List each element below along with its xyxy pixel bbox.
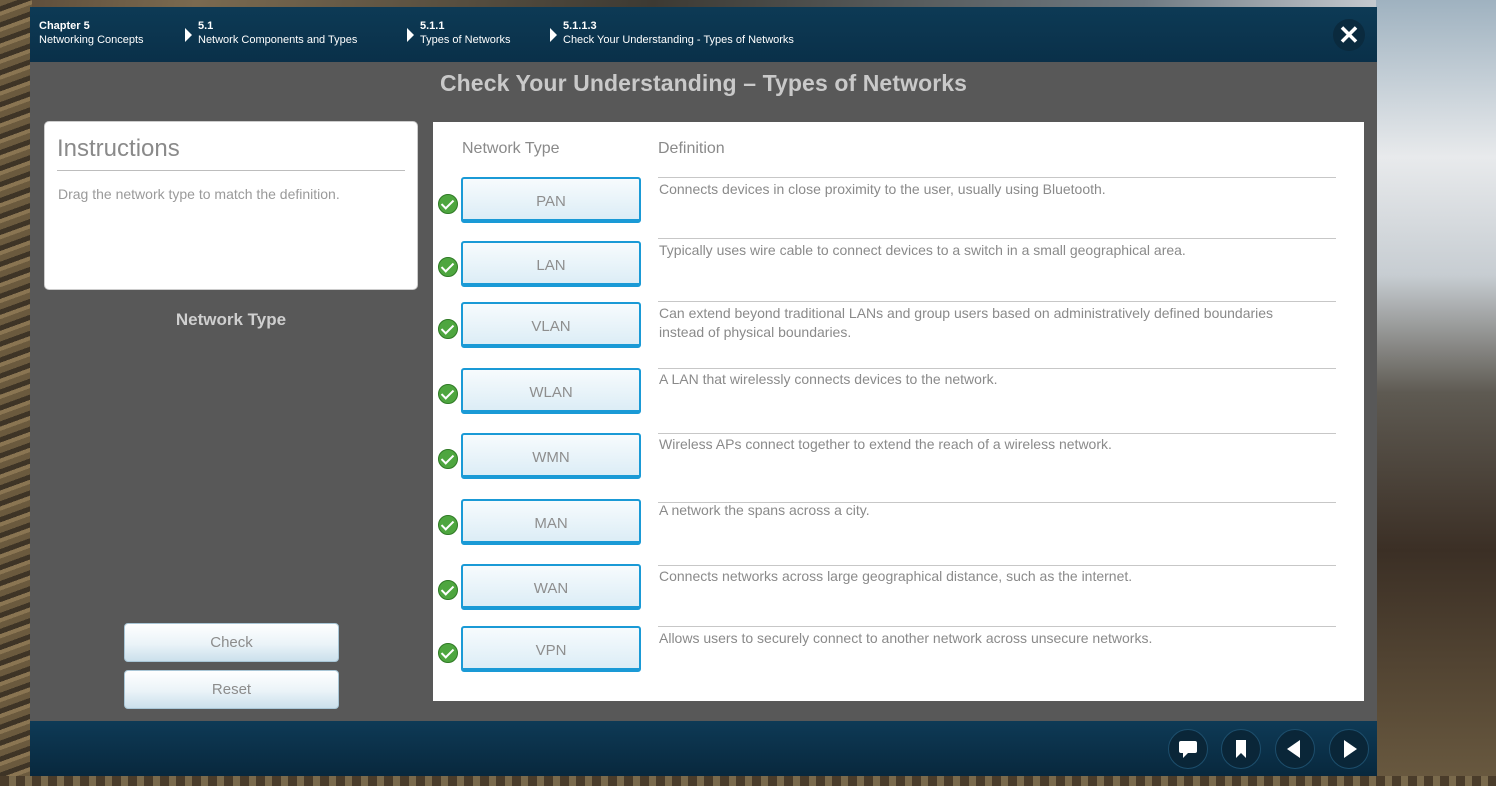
breadcrumb: Chapter 5 Networking Concepts 5.1 Networ… — [30, 7, 1377, 62]
network-type-tile-vpn[interactable]: VPN — [461, 626, 641, 672]
breadcrumb-chapter-number: Chapter 5 — [39, 20, 90, 32]
bookmark-icon[interactable] — [1221, 729, 1261, 769]
breadcrumb-page-label: Check Your Understanding - Types of Netw… — [563, 34, 794, 46]
checkmark-icon — [438, 384, 458, 404]
network-type-tile-wmn[interactable]: WMN — [461, 433, 641, 479]
breadcrumb-section-number: 5.1 — [198, 20, 214, 32]
definition-text: Wireless APs connect together to extend … — [659, 436, 1112, 452]
network-type-tile-vlan[interactable]: VLAN — [461, 302, 641, 348]
next-glyph — [1344, 740, 1357, 758]
check-button[interactable]: Check — [124, 623, 339, 662]
checkmark-icon — [438, 449, 458, 469]
instructions-title: Instructions — [57, 135, 180, 162]
previous-glyph — [1287, 740, 1300, 758]
instructions-text: Drag the network type to match the defin… — [58, 186, 340, 202]
checkmark-icon — [438, 580, 458, 600]
divider — [658, 238, 1336, 239]
definition-text: Allows users to securely connect to anot… — [659, 630, 1153, 646]
divider — [658, 368, 1336, 369]
page-title: Check Your Understanding – Types of Netw… — [439, 70, 968, 96]
divider — [57, 170, 405, 171]
next-icon[interactable] — [1329, 729, 1369, 769]
background-bottom — [0, 776, 1496, 786]
network-type-tile-wlan[interactable]: WLAN — [461, 368, 641, 414]
close-icon[interactable]: ✕ — [1333, 19, 1365, 51]
network-type-source-heading: Network Type — [175, 310, 287, 329]
previous-icon[interactable] — [1275, 729, 1315, 769]
breadcrumb-topic-label: Types of Networks — [420, 34, 511, 46]
column-header-definition: Definition — [658, 140, 725, 157]
breadcrumb-topic-number: 5.1.1 — [420, 20, 445, 32]
checkmark-icon — [438, 257, 458, 277]
breadcrumb-page[interactable]: 5.1.1.3 Check Your Understanding - Types… — [563, 19, 794, 47]
network-type-tile-man[interactable]: MAN — [461, 499, 641, 545]
definition-text: A LAN that wirelessly connects devices t… — [659, 371, 998, 387]
definition-text: Typically uses wire cable to connect dev… — [659, 242, 1186, 258]
network-type-tile-pan[interactable]: PAN — [461, 177, 641, 223]
breadcrumb-section[interactable]: 5.1 Network Components and Types — [198, 19, 357, 47]
checkmark-icon — [438, 319, 458, 339]
comment-icon[interactable] — [1168, 729, 1208, 769]
definition-text: A network the spans across a city. — [659, 502, 870, 518]
network-type-tile-lan[interactable]: LAN — [461, 241, 641, 287]
checkmark-icon — [438, 194, 458, 214]
breadcrumb-chapter[interactable]: Chapter 5 Networking Concepts — [39, 19, 144, 47]
comment-glyph — [1179, 741, 1197, 758]
divider — [658, 177, 1336, 178]
network-type-tile-wan[interactable]: WAN — [461, 564, 641, 610]
divider — [658, 565, 1336, 566]
divider — [658, 626, 1336, 627]
column-header-network-type: Network Type — [462, 140, 560, 157]
background-left — [0, 0, 32, 786]
divider — [658, 433, 1336, 434]
checkmark-icon — [438, 643, 458, 663]
breadcrumb-arrow-icon — [407, 28, 414, 42]
breadcrumb-section-label: Network Components and Types — [198, 34, 358, 46]
checkmark-icon — [438, 515, 458, 535]
reset-button[interactable]: Reset — [124, 670, 339, 709]
footer-nav — [30, 721, 1377, 776]
breadcrumb-topic[interactable]: 5.1.1 Types of Networks — [420, 19, 510, 47]
instructions-panel: Instructions Drag the network type to ma… — [44, 121, 418, 290]
definition-text: Can extend beyond traditional LANs and g… — [659, 305, 1274, 340]
bookmark-glyph — [1236, 740, 1246, 758]
definition-text: Connects networks across large geographi… — [659, 568, 1133, 584]
activity-window: Chapter 5 Networking Concepts 5.1 Networ… — [30, 7, 1377, 776]
breadcrumb-arrow-icon — [550, 28, 557, 42]
breadcrumb-chapter-label: Networking Concepts — [39, 34, 144, 46]
matching-panel: Network Type Definition PAN Connects dev… — [433, 122, 1364, 701]
divider — [658, 301, 1336, 302]
definition-text: Connects devices in close proximity to t… — [659, 181, 1106, 197]
breadcrumb-arrow-icon — [185, 28, 192, 42]
breadcrumb-page-number: 5.1.1.3 — [563, 20, 597, 32]
background-right — [1376, 0, 1496, 786]
